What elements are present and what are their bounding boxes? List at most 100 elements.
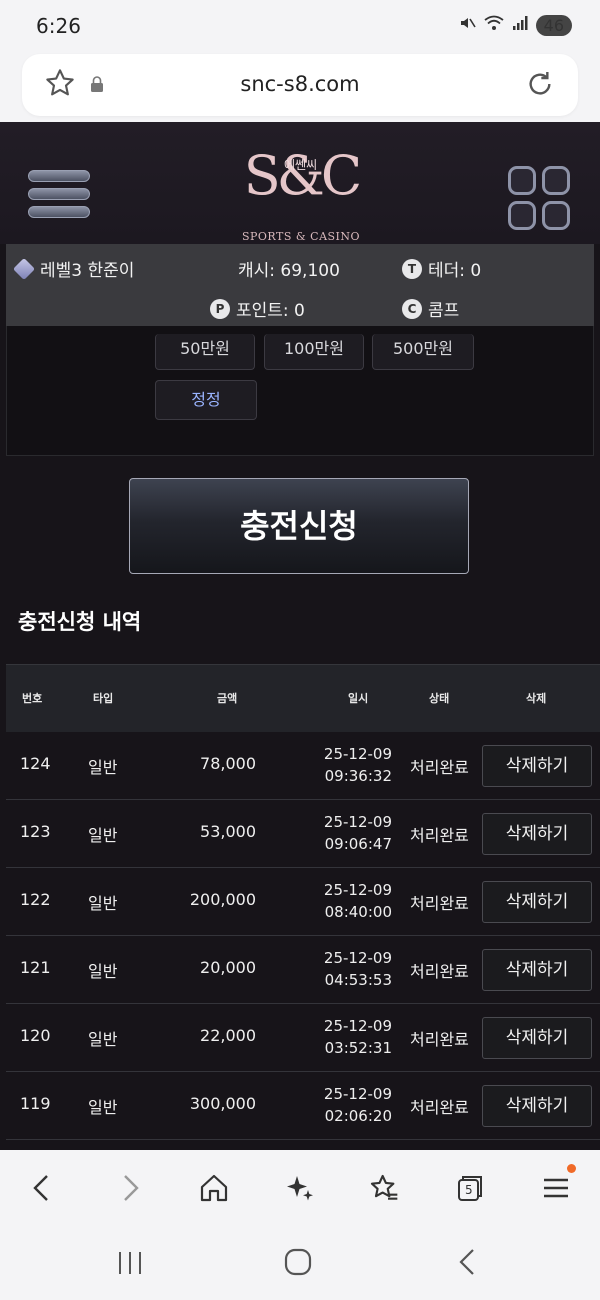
- notification-dot: [567, 1164, 576, 1173]
- delete-button[interactable]: 삭제하기: [482, 745, 592, 787]
- cell-datetime: 25-12-09 02:06:20: [302, 1083, 392, 1127]
- delete-button[interactable]: 삭제하기: [482, 1085, 592, 1127]
- system-back-icon[interactable]: [456, 1248, 478, 1280]
- header-type: 타입: [93, 692, 114, 705]
- cell-amount: 53,000: [200, 822, 256, 841]
- cell-time: 09:36:32: [324, 767, 392, 785]
- point-balance: P 포인트: 0: [210, 296, 305, 321]
- tether-balance: T 테더: 0: [402, 256, 481, 281]
- correct-button[interactable]: 정정: [155, 380, 257, 420]
- delete-button[interactable]: 삭제하기: [482, 949, 592, 991]
- cell-type: 일반: [88, 1098, 118, 1117]
- home-button-icon[interactable]: [284, 1248, 312, 1280]
- table-row: 122 일반 200,000 25-12-09 08:40:00 처리완료 삭제하기: [6, 868, 600, 936]
- user-info-bar: 레벨3 한준이 캐시: 69,100 T 테더: 0 P 포인트: 0 C 콤프: [6, 244, 594, 326]
- menu-hamburger-icon[interactable]: [28, 170, 90, 226]
- url-text[interactable]: snc-s8.com: [22, 72, 578, 96]
- comp-label: 콤프: [428, 301, 460, 321]
- delete-button[interactable]: 삭제하기: [482, 813, 592, 855]
- back-icon[interactable]: [22, 1168, 62, 1208]
- cell-datetime: 25-12-09 08:40:00: [302, 879, 392, 923]
- cell-type: 일반: [88, 894, 118, 913]
- history-table: 번호 타입 금액 일시 상태 삭제 124 일반 78,000 25-12-09 09:…: [6, 664, 600, 1140]
- user-level-label: 레벨3 한준이: [40, 261, 135, 281]
- tabs-icon[interactable]: 5: [450, 1168, 490, 1208]
- cell-date: 25-12-09: [323, 745, 392, 763]
- cell-status: 처리완료: [410, 894, 469, 913]
- bookmarks-icon[interactable]: [364, 1168, 404, 1208]
- cell-amount: 200,000: [189, 890, 256, 909]
- cell-date: 25-12-09: [323, 813, 392, 831]
- comp-link[interactable]: C 콤프: [402, 296, 459, 321]
- cell-status: 처리완료: [410, 962, 469, 981]
- header-status: 상태: [429, 692, 450, 705]
- table-row: 123 일반 53,000 25-12-09 09:06:47 처리완료 삭제하기: [6, 800, 600, 868]
- system-navigation-bar: [0, 1228, 600, 1300]
- home-icon[interactable]: [194, 1168, 234, 1208]
- status-icons: 46: [458, 14, 572, 36]
- cell-status: 처리완료: [410, 826, 469, 845]
- logo-subtitle: SPORTS & CASINO: [241, 230, 361, 243]
- cell-no: 119: [20, 1094, 51, 1113]
- table-row: 119 일반 300,000 25-12-09 02:06:20 처리완료 삭제하기: [6, 1072, 600, 1140]
- table-row: 121 일반 20,000 25-12-09 04:53:53 처리완료 삭제하기: [6, 936, 600, 1004]
- logo-mark: S&C: [243, 144, 362, 207]
- site-logo[interactable]: S&C 에쎈씨 SPORTS & CASINO: [236, 136, 366, 244]
- logo-korean: 에쎈씨: [284, 158, 318, 172]
- apps-grid-icon[interactable]: [508, 166, 572, 230]
- cell-datetime: 25-12-09 03:52:31: [302, 1015, 392, 1059]
- tether-icon: T: [402, 258, 422, 279]
- tab-count: 5: [465, 1183, 473, 1197]
- delete-button[interactable]: 삭제하기: [482, 881, 592, 923]
- delete-button[interactable]: 삭제하기: [482, 1017, 592, 1059]
- table-row: 120 일반 22,000 25-12-09 03:52:31 처리완료 삭제하기: [6, 1004, 600, 1072]
- cell-amount: 300,000: [189, 1094, 256, 1113]
- tether-label: 테더: 0: [428, 261, 482, 281]
- forward-icon[interactable]: [110, 1168, 150, 1208]
- point-label: 포인트: 0: [236, 301, 305, 321]
- menu-icon[interactable]: [536, 1164, 576, 1208]
- cell-date: 25-12-09: [323, 1085, 392, 1103]
- cell-no: 121: [20, 958, 51, 977]
- cell-time: 08:40:00: [324, 903, 392, 921]
- cash-label: 캐시: 69,100: [238, 261, 340, 281]
- user-level: 레벨3 한준이: [12, 256, 135, 281]
- app-viewport: S&C 에쎈씨 SPORTS & CASINO 레벨3 한준이 캐시: 69,1…: [0, 122, 600, 1150]
- browser-toolbar: 5: [0, 1150, 600, 1228]
- cell-time: 04:53:53: [324, 971, 392, 989]
- amount-50-button[interactable]: 50만원: [155, 334, 255, 370]
- history-title: 충전신청 내역: [18, 610, 142, 634]
- cell-type: 일반: [88, 826, 118, 845]
- battery-indicator: 46: [535, 14, 572, 36]
- mute-icon: [458, 14, 476, 36]
- cell-date: 25-12-09: [323, 1017, 392, 1035]
- cell-time: 03:52:31: [324, 1039, 392, 1057]
- cell-datetime: 25-12-09 09:36:32: [302, 743, 392, 787]
- signal-icon: [512, 15, 528, 35]
- charge-request-button[interactable]: 충전신청: [129, 478, 469, 574]
- url-bar[interactable]: snc-s8.com: [22, 54, 578, 116]
- cell-time: 02:06:20: [324, 1107, 392, 1125]
- point-icon: P: [210, 298, 230, 319]
- cell-status: 처리완료: [410, 1030, 469, 1049]
- cell-no: 124: [20, 754, 51, 773]
- recent-apps-icon[interactable]: [116, 1250, 144, 1280]
- table-row: 124 일반 78,000 25-12-09 09:36:32 처리완료 삭제하기: [6, 732, 600, 800]
- cell-date: 25-12-09: [323, 949, 392, 967]
- ai-sparkle-icon[interactable]: [280, 1168, 320, 1208]
- amount-100-button[interactable]: 100만원: [264, 334, 364, 370]
- reload-icon[interactable]: [524, 68, 556, 104]
- cell-amount: 20,000: [200, 958, 256, 977]
- cell-no: 123: [20, 822, 51, 841]
- level-cube-icon: [12, 257, 36, 280]
- cell-no: 122: [20, 890, 51, 909]
- cell-date: 25-12-09: [323, 881, 392, 899]
- cell-datetime: 25-12-09 04:53:53: [302, 947, 392, 991]
- header-delete: 삭제: [526, 692, 547, 705]
- comp-icon: C: [402, 298, 422, 319]
- cell-amount: 22,000: [200, 1026, 256, 1045]
- amount-500-button[interactable]: 500만원: [372, 334, 474, 370]
- header-amount: 금액: [217, 692, 238, 705]
- wifi-icon: [484, 15, 504, 35]
- cell-no: 120: [20, 1026, 51, 1045]
